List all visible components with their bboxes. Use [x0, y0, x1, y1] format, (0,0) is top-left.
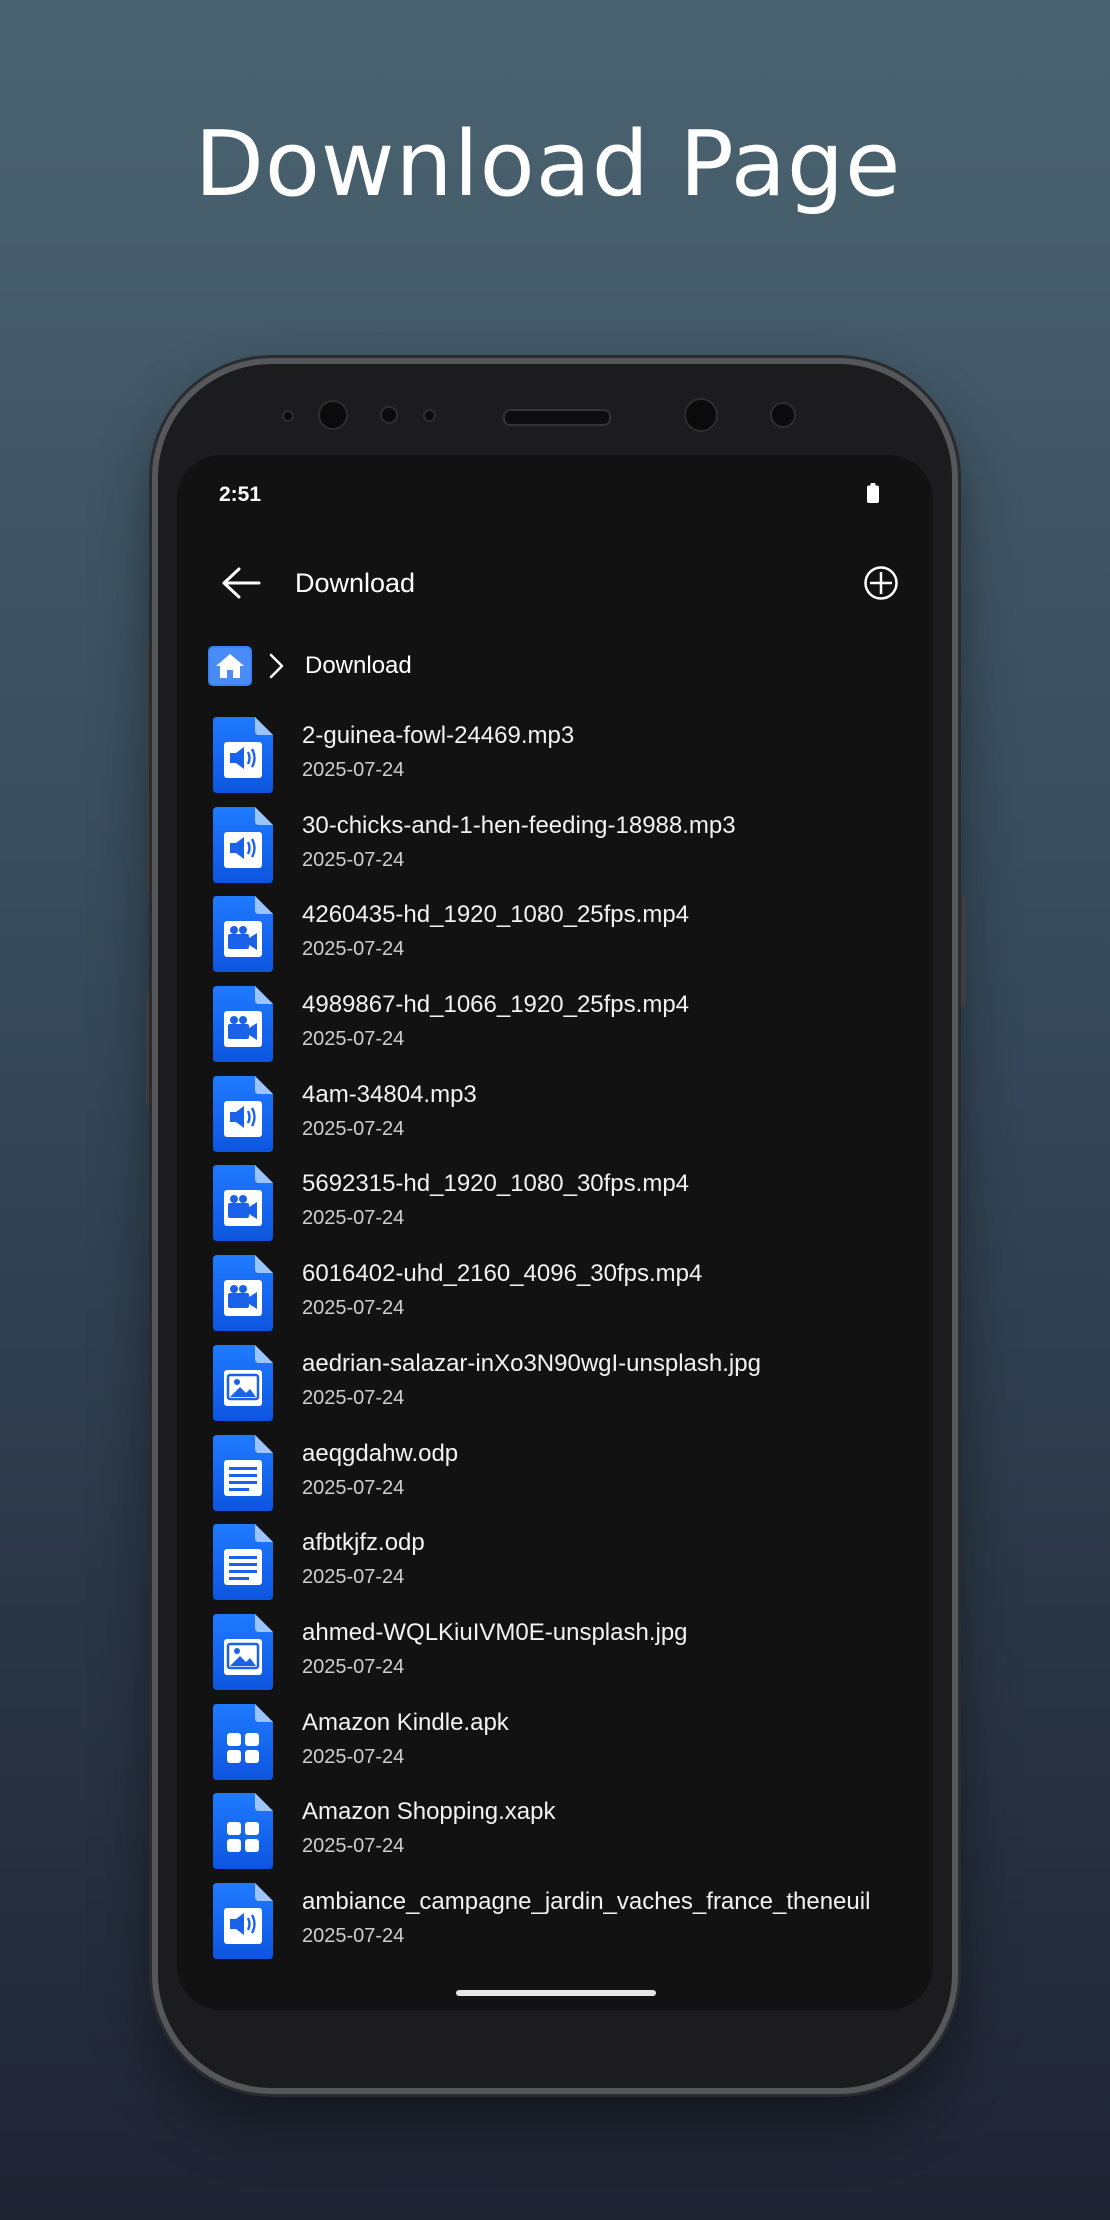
file-date: 2025-07-24: [302, 848, 405, 871]
audio-file-icon: [213, 717, 273, 793]
file-row[interactable]: 5692315-hd_1920_1080_30fps.mp4 2025-07-24: [177, 1165, 933, 1255]
file-list: 2-guinea-fowl-24469.mp3 2025-07-24 30-chic…: [177, 717, 933, 1973]
file-date: 2025-07-24: [302, 1835, 405, 1858]
chevron-right-icon: [269, 653, 284, 679]
file-name: 30-chicks-and-1-hen-feeding-18988.mp3: [302, 811, 736, 839]
file-date: 2025-07-24: [302, 1655, 405, 1678]
sensor-dot: [380, 406, 398, 424]
file-date: 2025-07-24: [302, 938, 405, 961]
file-name: 6016402-uhd_2160_4096_30fps.mp4: [302, 1260, 703, 1288]
file-row[interactable]: afbtkjfz.odp 2025-07-24: [177, 1524, 933, 1614]
file-name: Amazon Shopping.xapk: [302, 1798, 556, 1826]
phone-side-button: [958, 895, 966, 1007]
file-date: 2025-07-24: [302, 1028, 405, 1051]
file-date: 2025-07-24: [302, 1745, 405, 1768]
front-camera: [318, 400, 348, 430]
earpiece-speaker: [503, 409, 611, 426]
video-file-icon: [213, 1255, 273, 1332]
file-name: aeqgdahw.odp: [302, 1439, 459, 1467]
home-icon[interactable]: [208, 646, 252, 686]
file-row[interactable]: aedrian-salazar-inXo3N90wgI-unsplash.jpg…: [177, 1344, 933, 1435]
file-date: 2025-07-24: [302, 1386, 405, 1409]
file-row[interactable]: ambiance_campagne_jardin_vaches_france_t…: [177, 1882, 933, 1973]
status-time: 2:51: [219, 483, 262, 506]
file-row[interactable]: 2-guinea-fowl-24469.mp3 2025-07-24: [177, 717, 933, 807]
file-row[interactable]: 4989867-hd_1066_1920_25fps.mp4 2025-07-24: [177, 986, 933, 1076]
document-file-icon: [213, 1524, 273, 1601]
audio-file-icon: [213, 806, 273, 883]
app-bar-title: Download: [295, 568, 416, 598]
file-row[interactable]: Amazon Shopping.xapk 2025-07-24: [177, 1793, 933, 1883]
file-row[interactable]: 4260435-hd_1920_1080_25fps.mp4 2025-07-24: [177, 896, 933, 986]
file-date: 2025-07-24: [302, 1566, 405, 1589]
breadcrumb-current[interactable]: Download: [305, 652, 412, 680]
file-name: Amazon Kindle.apk: [302, 1708, 509, 1736]
circle-plus-icon[interactable]: [863, 565, 899, 601]
file-date: 2025-07-24: [302, 1297, 405, 1320]
sensor-dot: [282, 410, 294, 422]
file-row[interactable]: ahmed-WQLKiuIVM0E-unsplash.jpg 2025-07-24: [177, 1613, 933, 1704]
file-date: 2025-07-24: [302, 1924, 405, 1947]
file-name: ambiance_campagne_jardin_vaches_france_t…: [302, 1887, 871, 1915]
sensor-dot: [770, 402, 796, 428]
document-file-icon: [213, 1434, 273, 1511]
file-name: ahmed-WQLKiuIVM0E-unsplash.jpg: [302, 1618, 688, 1646]
file-date: 2025-07-24: [302, 1207, 405, 1230]
file-date: 2025-07-24: [302, 759, 405, 781]
file-name: afbtkjfz.odp: [302, 1529, 425, 1557]
audio-file-icon: [213, 1075, 273, 1152]
sensor-dot: [423, 409, 436, 422]
file-name: 5692315-hd_1920_1080_30fps.mp4: [302, 1170, 690, 1198]
file-row[interactable]: Amazon Kindle.apk 2025-07-24: [177, 1703, 933, 1794]
app-package-icon: [213, 1793, 273, 1870]
home-indicator[interactable]: [456, 1990, 656, 1996]
battery-full-icon: [867, 483, 879, 503]
file-row[interactable]: 30-chicks-and-1-hen-feeding-18988.mp3 202…: [177, 806, 933, 897]
video-file-icon: [213, 896, 273, 973]
app-package-icon: [213, 1703, 273, 1780]
audio-file-icon: [213, 1882, 273, 1959]
front-camera: [684, 398, 718, 432]
image-file-icon: [213, 1344, 273, 1421]
file-name: aedrian-salazar-inXo3N90wgI-unsplash.jpg: [302, 1349, 761, 1377]
promo-title: Download Page: [194, 112, 902, 217]
file-row[interactable]: 4am-34804.mp3 2025-07-24: [177, 1075, 933, 1166]
video-file-icon: [213, 986, 273, 1063]
file-name: 4260435-hd_1920_1080_25fps.mp4: [302, 901, 690, 929]
file-date: 2025-07-24: [302, 1117, 405, 1140]
video-file-icon: [213, 1165, 273, 1242]
file-name: 4am-34804.mp3: [302, 1080, 477, 1108]
arrow-left-icon[interactable]: [219, 565, 261, 601]
phone-screen: 2:51 Download Download 2-guinea-fowl-244…: [177, 455, 933, 2010]
file-row[interactable]: aeqgdahw.odp 2025-07-24: [177, 1434, 933, 1525]
file-name: 4989867-hd_1066_1920_25fps.mp4: [302, 991, 690, 1019]
file-row[interactable]: 6016402-uhd_2160_4096_30fps.mp4 2025-07-2…: [177, 1255, 933, 1345]
image-file-icon: [213, 1613, 273, 1690]
file-name: 2-guinea-fowl-24469.mp3: [302, 722, 575, 749]
file-date: 2025-07-24: [302, 1476, 405, 1499]
